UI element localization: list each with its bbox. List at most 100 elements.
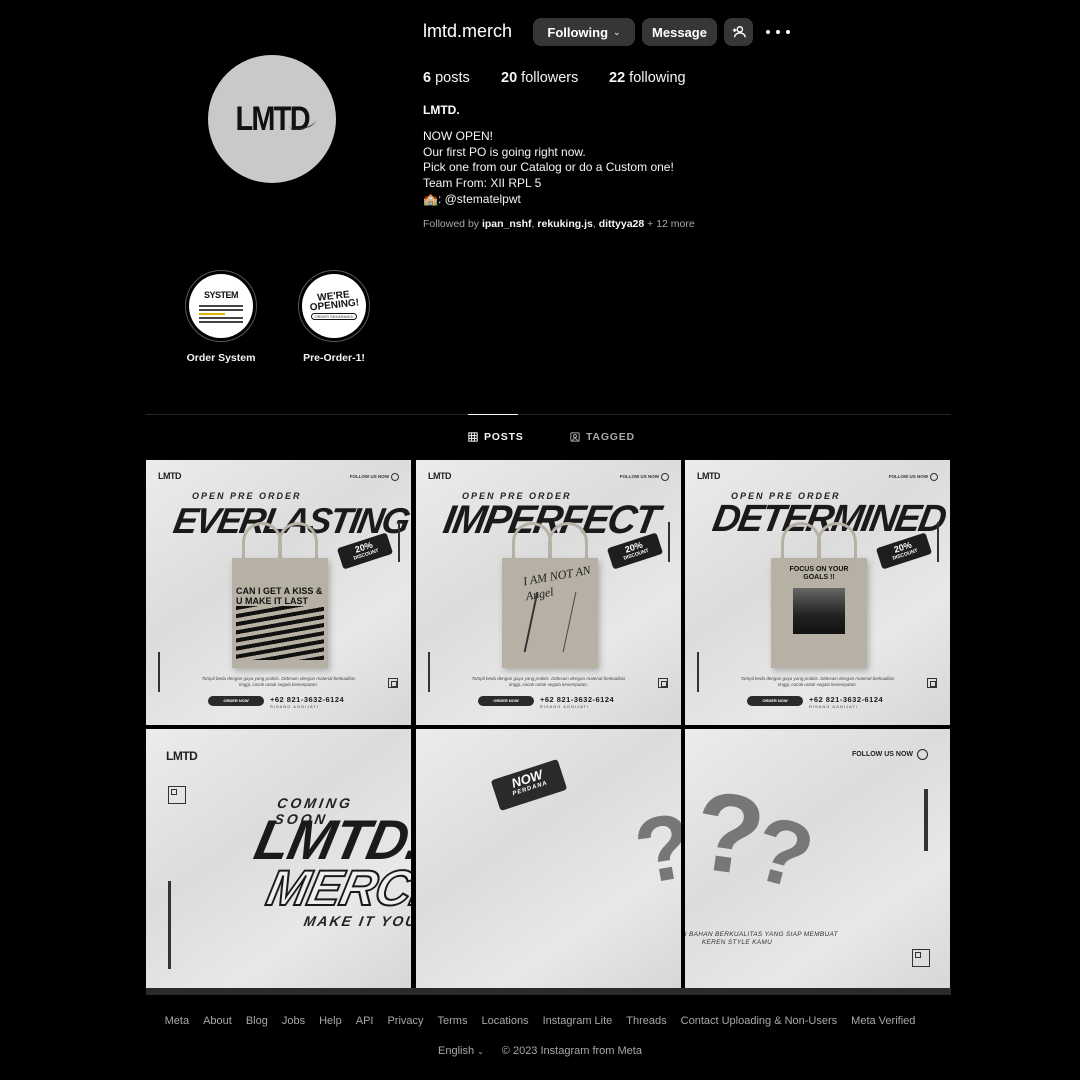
bag-photo-print bbox=[793, 588, 845, 634]
post-logo: LMTD bbox=[428, 471, 452, 481]
chevron-down-icon: ⌄ bbox=[613, 26, 621, 37]
tab-posts[interactable]: POSTS bbox=[468, 431, 524, 443]
phone-number: +62 821-3632-6124 bbox=[809, 695, 884, 704]
footer-link[interactable]: About bbox=[203, 1015, 232, 1027]
tag-user-icon bbox=[570, 432, 580, 442]
footer-link[interactable]: API bbox=[356, 1015, 374, 1027]
footer-link[interactable]: Blog bbox=[246, 1015, 268, 1027]
decor-bar bbox=[937, 522, 939, 562]
highlight-ring: WE'RE OPENING! ORDER SEKARANG! bbox=[298, 270, 370, 342]
footer-link[interactable]: Threads bbox=[626, 1015, 666, 1027]
follower-ipan: ipan_nshf bbox=[481, 218, 532, 230]
posts-count: 6 posts bbox=[423, 70, 470, 86]
order-now-label: ORDER NOW bbox=[747, 696, 803, 706]
post-follow-text: FOLLOW US NOW bbox=[889, 473, 938, 481]
post-follow-text: FOLLOW US NOW bbox=[350, 473, 399, 481]
followers-link[interactable]: 20 followers bbox=[501, 70, 578, 86]
decor-square bbox=[912, 949, 930, 967]
following-button[interactable]: Following ⌄ bbox=[533, 18, 635, 46]
footer-link[interactable]: Contact Uploading & Non-Users bbox=[681, 1015, 838, 1027]
highlight-pre-order[interactable]: WE'RE OPENING! ORDER SEKARANG! Pre-Order… bbox=[298, 270, 370, 364]
footer-link[interactable]: Meta bbox=[165, 1015, 189, 1027]
message-button[interactable]: Message bbox=[642, 18, 717, 46]
chevron-down-icon: ⌄ bbox=[477, 1047, 484, 1056]
post-logo: LMTD bbox=[158, 471, 182, 481]
decor-square bbox=[927, 678, 937, 688]
footer-link[interactable]: Help bbox=[319, 1015, 342, 1027]
phone-number: +62 821-3632-6124 bbox=[270, 695, 345, 704]
highlight-cover-sub: ORDER SEKARANG! bbox=[310, 313, 358, 320]
banner-follow: FOLLOW US NOW bbox=[852, 749, 928, 760]
decor-bar bbox=[924, 789, 928, 851]
grid-bottom-edge bbox=[146, 988, 951, 995]
wave-pattern bbox=[236, 606, 324, 660]
follower-dittyya: dittyya28 bbox=[598, 218, 645, 230]
highlight-cover-text: SYSTEM bbox=[203, 289, 239, 300]
followed-by[interactable]: Followed by ipan_nshf, rekuking.js, ditt… bbox=[423, 218, 695, 230]
full-name: LMTD. bbox=[423, 103, 460, 117]
footer-link[interactable]: Privacy bbox=[387, 1015, 423, 1027]
decor-square bbox=[388, 678, 398, 688]
post-follow-text: FOLLOW US NOW bbox=[620, 473, 669, 481]
contact-name: RISANG AGNIJATI bbox=[270, 704, 319, 709]
tote-bag-image: I AM NOT AN Angel bbox=[502, 558, 598, 668]
suggest-users-button[interactable] bbox=[724, 18, 753, 46]
highlight-label: Order System bbox=[186, 352, 256, 364]
banner-title-line2: MERCH bbox=[261, 859, 411, 917]
grid-icon bbox=[468, 432, 478, 442]
decor-bar bbox=[158, 652, 160, 692]
post-tile[interactable]: FOLLOW US NOW ? ? TERBUAT DARI BAHAN BER… bbox=[685, 729, 950, 995]
tote-bag-image: FOCUS ON YOUR GOALS !! bbox=[771, 558, 867, 668]
banner-description: TERBUAT DARI BAHAN BERKUALITAS YANG SIAP… bbox=[685, 931, 838, 946]
decor-square bbox=[168, 786, 186, 804]
post-tile[interactable]: LMTD FOLLOW US NOW OPEN PRE ORDER EVERLA… bbox=[146, 460, 411, 725]
now-tag: NOW PERDANA bbox=[490, 758, 568, 812]
following-button-label: Following bbox=[547, 24, 609, 40]
highlight-cover: SYSTEM bbox=[189, 274, 253, 338]
footer-link[interactable]: Locations bbox=[481, 1015, 528, 1027]
active-tab-indicator bbox=[468, 414, 518, 415]
highlight-cover-text: WE'RE OPENING! bbox=[309, 289, 360, 314]
highlight-cover: WE'RE OPENING! ORDER SEKARANG! bbox=[302, 274, 366, 338]
footer-link[interactable]: Jobs bbox=[282, 1015, 305, 1027]
highlight-ring: SYSTEM bbox=[185, 270, 257, 342]
post-tile[interactable]: LMTD FOLLOW US NOW OPEN PRE ORDER DETERM… bbox=[685, 460, 950, 725]
decor-bar bbox=[398, 522, 400, 562]
more-options-icon[interactable] bbox=[766, 24, 790, 40]
post-description: Tampil beda dengan gaya yang praktis. Di… bbox=[471, 676, 626, 687]
post-description: Tampil beda dengan gaya yang praktis. Di… bbox=[740, 676, 895, 687]
contact-name: RISANG AGNIJATI bbox=[809, 704, 858, 709]
copyright: © 2023 Instagram from Meta bbox=[501, 1045, 642, 1057]
order-now-label: ORDER NOW bbox=[478, 696, 534, 706]
phone-number: +62 821-3632-6124 bbox=[540, 695, 615, 704]
post-logo: LMTD bbox=[697, 471, 721, 481]
decor-bar bbox=[668, 522, 670, 562]
footer-links: Meta About Blog Jobs Help API Privacy Te… bbox=[0, 1015, 1080, 1027]
tab-tagged[interactable]: TAGGED bbox=[570, 431, 635, 443]
post-tile[interactable]: NOW PERDANA ? bbox=[416, 729, 681, 995]
contact-name: RISANG AGNIJATI bbox=[540, 704, 589, 709]
footer-link[interactable]: Meta Verified bbox=[851, 1015, 915, 1027]
highlight-label: Pre-Order-1! bbox=[303, 352, 365, 364]
footer-link[interactable]: Terms bbox=[438, 1015, 468, 1027]
decor-bar bbox=[428, 652, 430, 692]
profile-avatar[interactable]: LMTD bbox=[208, 55, 336, 183]
footer-bottom: English ⌄ © 2023 Instagram from Meta bbox=[0, 1045, 1080, 1057]
username: lmtd.merch bbox=[423, 21, 513, 41]
highlight-order-system[interactable]: SYSTEM Order System bbox=[185, 270, 257, 364]
language-selector[interactable]: English ⌄ bbox=[438, 1045, 484, 1057]
question-mark: ? bbox=[627, 793, 681, 905]
decor-bar bbox=[168, 881, 171, 969]
following-link[interactable]: 22 following bbox=[609, 70, 686, 86]
tabs-divider bbox=[146, 414, 951, 415]
bag-print-text: FOCUS ON YOUR GOALS !! bbox=[789, 566, 849, 581]
footer-link[interactable]: Instagram Lite bbox=[543, 1015, 613, 1027]
post-description: Tampil beda dengan gaya yang praktis. Di… bbox=[201, 676, 356, 687]
instagram-icon bbox=[917, 749, 928, 760]
tote-bag-image: CAN I GET A KISS & U MAKE IT LAST FOREVE… bbox=[232, 558, 328, 668]
posts-grid: LMTD FOLLOW US NOW OPEN PRE ORDER EVERLA… bbox=[146, 460, 951, 995]
bio-text: NOW OPEN! Our first PO is going right no… bbox=[423, 129, 674, 206]
decor-square bbox=[658, 678, 668, 688]
post-tile[interactable]: LMTD COMING SOON LMTD. MERCH MAKE IT YOU… bbox=[146, 729, 411, 995]
post-tile[interactable]: LMTD FOLLOW US NOW OPEN PRE ORDER IMPERF… bbox=[416, 460, 681, 725]
